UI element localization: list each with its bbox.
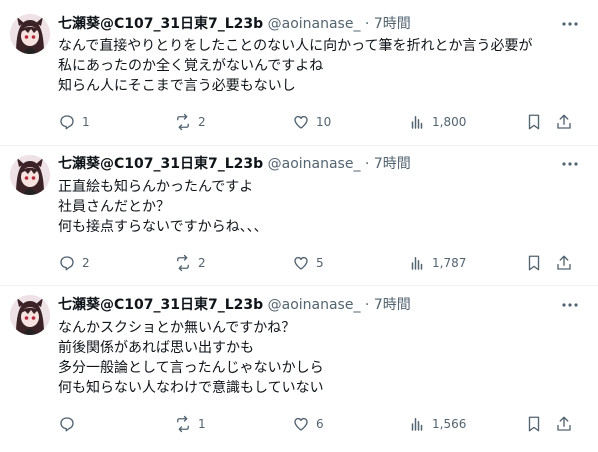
tweet-line: 社員さんだとか？ (58, 199, 170, 215)
like-count: 5 (316, 256, 324, 270)
bookmark-button[interactable] (525, 112, 543, 132)
divider (0, 285, 598, 286)
share-button[interactable] (555, 253, 573, 273)
like-count: 6 (316, 417, 324, 431)
views-button[interactable]: 1,787 (408, 253, 466, 273)
tweet-header: 七瀬葵@C107_31日東7_L23b @aoinanase_ · 7時間 (58, 295, 411, 315)
views-button[interactable]: 1,566 (408, 414, 466, 434)
timestamp[interactable]: · 7時間 (365, 297, 411, 313)
bookmark-icon (528, 416, 540, 432)
tweet-line: 多分一般論として言ったんじゃないかしら (58, 360, 324, 376)
share-icon (557, 416, 571, 431)
repost-icon (177, 254, 189, 272)
views-count: 1,566 (432, 417, 467, 431)
avatar[interactable] (10, 155, 50, 195)
author-name[interactable]: 七瀬葵@C107_31日東7_L23b (58, 16, 263, 32)
more-icon[interactable] (560, 295, 580, 315)
action-bar: 1 2 10 1,800 (0, 112, 598, 132)
repost-button[interactable]: 2 (174, 112, 206, 132)
heart-icon (294, 115, 308, 129)
reply-icon (60, 115, 74, 130)
views-icon (411, 257, 423, 270)
like-button[interactable]: 5 (292, 253, 324, 273)
avatar[interactable] (10, 14, 50, 54)
like-button[interactable]: 6 (292, 414, 324, 434)
avatar[interactable] (10, 295, 50, 335)
reply-icon (60, 256, 74, 271)
author-handle[interactable]: @aoinanase_ (268, 297, 361, 313)
tweet-line: なんかスクショとか無いんですかね？ (58, 320, 296, 336)
repost-icon (177, 113, 189, 131)
reply-count: 1 (82, 115, 90, 129)
repost-button[interactable]: 1 (174, 414, 206, 434)
author-handle[interactable]: @aoinanase_ (268, 16, 361, 32)
repost-count: 2 (198, 256, 206, 270)
views-icon (411, 418, 423, 431)
bookmark-button[interactable] (525, 414, 543, 434)
share-icon (557, 255, 571, 270)
timestamp[interactable]: · 7時間 (365, 16, 411, 32)
bookmark-button[interactable] (525, 253, 543, 273)
views-count: 1,787 (432, 256, 467, 270)
action-bar: 2 2 5 1,787 (0, 253, 598, 273)
tweet-line: 何も知らない人なわけで意識もしていない (58, 380, 324, 396)
tweet-text: なんかスクショとか無いんですかね？ 前後関係があれば思い出すかも 多分一般論とし… (58, 318, 324, 398)
more-icon[interactable] (560, 14, 580, 34)
tweet-line: 私にあったのか全く覚えがないんですよね (58, 58, 324, 74)
divider (0, 145, 598, 146)
views-button[interactable]: 1,800 (408, 112, 466, 132)
author-name[interactable]: 七瀬葵@C107_31日東7_L23b (58, 297, 263, 313)
bookmark-icon (528, 114, 540, 130)
share-button[interactable] (555, 112, 573, 132)
repost-count: 2 (198, 115, 206, 129)
more-icon[interactable] (560, 154, 580, 174)
tweet-line: なんで直接やりとりをしたことのない人に向かって筆を折れとか言う必要が (58, 38, 533, 54)
reply-icon (60, 417, 74, 432)
like-count: 10 (316, 115, 332, 129)
author-handle[interactable]: @aoinanase_ (268, 156, 361, 172)
share-icon (557, 114, 571, 129)
tweet-line: 正直絵も知らんかったんですよ (58, 179, 254, 195)
tweet-line: 前後関係があれば思い出すかも (58, 340, 254, 356)
reply-button[interactable]: 1 (58, 112, 90, 132)
author-name[interactable]: 七瀬葵@C107_31日東7_L23b (58, 156, 263, 172)
tweet-header: 七瀬葵@C107_31日東7_L23b @aoinanase_ · 7時間 (58, 154, 411, 174)
timestamp[interactable]: · 7時間 (365, 156, 411, 172)
tweet-text: 正直絵も知らんかったんですよ 社員さんだとか？ 何も接点すらないですからね、、、 (58, 177, 268, 237)
reply-button[interactable]: 2 (58, 253, 90, 273)
heart-icon (294, 256, 308, 270)
tweet-line: 知らん人にそこまで言う必要もないし (58, 78, 296, 94)
repost-count: 1 (198, 417, 206, 431)
reply-button[interactable] (58, 414, 82, 434)
share-button[interactable] (555, 414, 573, 434)
action-bar: 1 6 1,566 (0, 414, 598, 434)
heart-icon (294, 417, 308, 431)
tweet-text: なんで直接やりとりをしたことのない人に向かって筆を折れとか言う必要が 私にあった… (58, 36, 532, 96)
views-icon (411, 116, 423, 129)
views-count: 1,800 (432, 115, 467, 129)
tweet-line: 何も接点すらないですからね、、、 (58, 219, 268, 235)
repost-button[interactable]: 2 (174, 253, 206, 273)
reply-count: 2 (82, 256, 90, 270)
repost-icon (177, 415, 189, 433)
like-button[interactable]: 10 (292, 112, 331, 132)
tweet-header: 七瀬葵@C107_31日東7_L23b @aoinanase_ · 7時間 (58, 14, 411, 34)
bookmark-icon (528, 255, 540, 271)
